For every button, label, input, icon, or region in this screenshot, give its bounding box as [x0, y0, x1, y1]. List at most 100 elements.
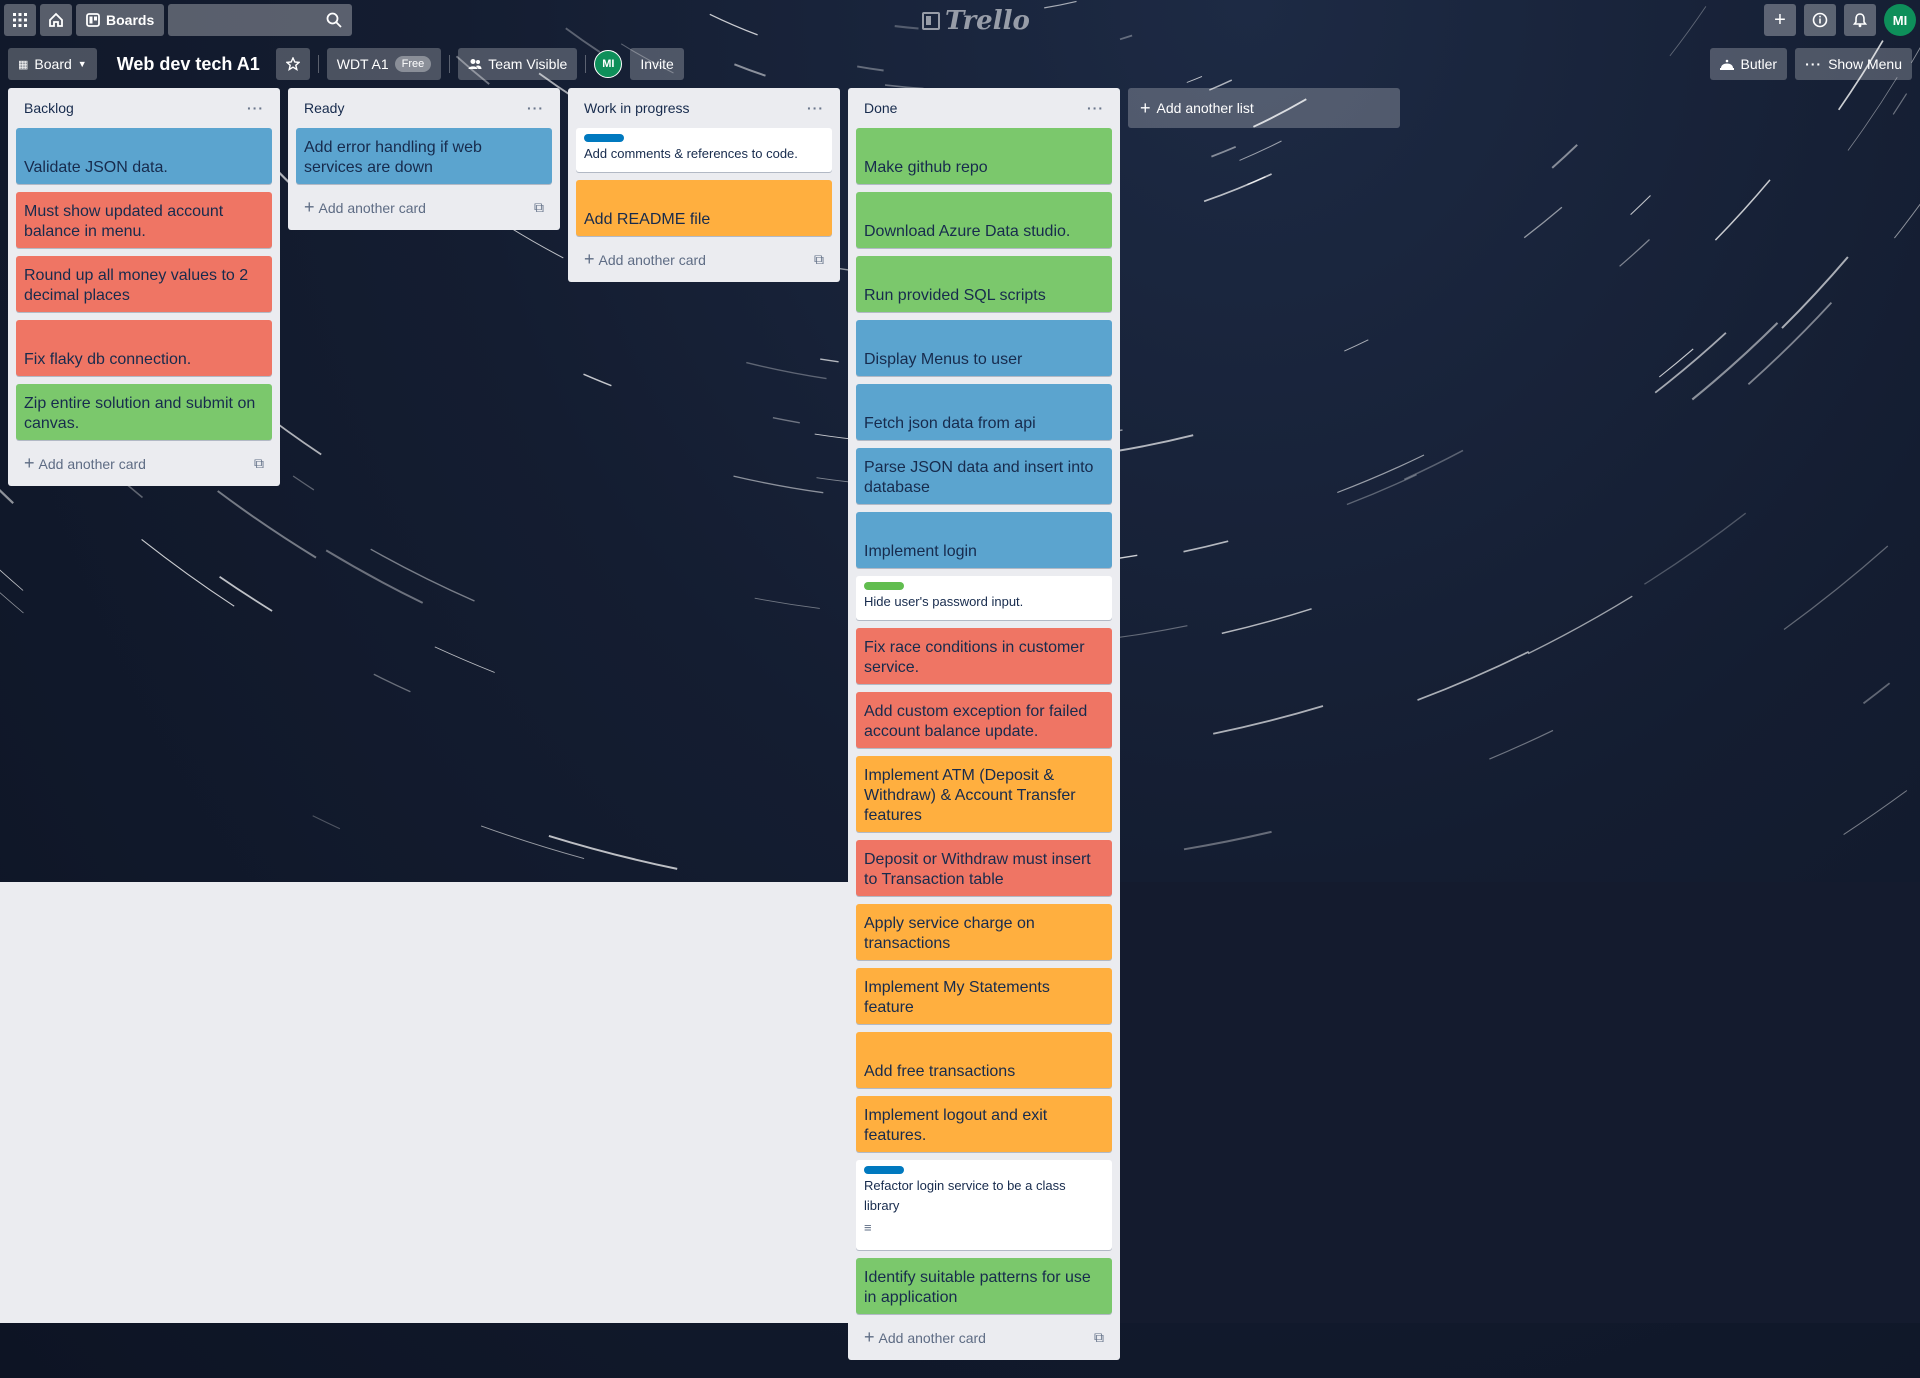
card[interactable]: Run provided SQL scripts [856, 256, 1112, 312]
butler-button[interactable]: Butler [1710, 48, 1788, 80]
add-card-button[interactable]: + Add another card ⧉ [16, 448, 272, 478]
home-button[interactable] [40, 4, 72, 36]
visibility-button[interactable]: Team Visible [458, 48, 578, 80]
list-title[interactable]: Ready [304, 100, 344, 116]
list-header: Work in progress ··· [576, 88, 832, 128]
card[interactable]: Fetch json data from api [856, 384, 1112, 440]
card[interactable]: Implement logout and exit features. [856, 1096, 1112, 1152]
plan-badge: Free [394, 56, 432, 72]
star-trail [1113, 434, 1194, 453]
card[interactable]: Add free transactions [856, 1032, 1112, 1088]
star-trail [434, 646, 495, 673]
list-menu-icon[interactable]: ··· [527, 100, 544, 116]
card-title: Add free transactions [864, 1063, 1016, 1080]
card[interactable]: Round up all money values to 2 decimal p… [16, 256, 272, 312]
board-title[interactable]: Web dev tech A1 [105, 54, 272, 75]
workspace-button[interactable]: WDT A1 Free [326, 48, 442, 80]
invite-button[interactable]: Invite [630, 48, 684, 80]
card-template-icon[interactable]: ⧉ [814, 251, 824, 268]
list-title[interactable]: Done [864, 100, 897, 116]
card[interactable]: Make github repo [856, 128, 1112, 184]
boards-label: Boards [106, 12, 155, 28]
team-icon [468, 59, 482, 69]
star-button[interactable] [275, 48, 310, 80]
list-title[interactable]: Work in progress [584, 100, 690, 116]
add-card-button[interactable]: + Add another card ⧉ [576, 244, 832, 274]
info-button[interactable] [1804, 4, 1836, 36]
card-title: Fetch json data from api [864, 415, 1036, 432]
star-trail [0, 592, 24, 614]
card[interactable]: Add comments & references to code. [576, 128, 832, 172]
card[interactable]: Deposit or Withdraw must insert to Trans… [856, 840, 1112, 896]
search-input[interactable] [168, 4, 353, 36]
card[interactable]: Zip entire solution and submit on canvas… [16, 384, 272, 440]
plus-icon: + [1774, 8, 1786, 31]
trello-logo-text: Trello [945, 6, 1030, 36]
list-menu-icon[interactable]: ··· [807, 100, 824, 116]
top-navigation: Boards Trello + MI [0, 0, 1920, 40]
star-trail [754, 597, 820, 609]
list-done: Done ··· Make github repo Download Azure… [848, 88, 1120, 1360]
star-trail [733, 475, 824, 494]
card-title: Fix race conditions in customer service. [864, 639, 1085, 676]
card-label [864, 1166, 904, 1174]
star-trail [370, 548, 475, 602]
card[interactable]: Fix flaky db connection. [16, 320, 272, 376]
star-trail [292, 475, 315, 491]
card-title: Add error handling if web services are d… [304, 139, 482, 176]
header-divider [449, 55, 451, 73]
show-menu-button[interactable]: ··· Show Menu [1795, 48, 1912, 80]
card[interactable]: Validate JSON data. [16, 128, 272, 184]
list-title[interactable]: Backlog [24, 100, 74, 116]
star-trail [1658, 348, 1694, 378]
star-trail [1221, 608, 1312, 635]
list-work-in-progress: Work in progress ··· Add comments & refe… [568, 88, 840, 282]
star-trail [1203, 173, 1272, 203]
card[interactable]: Fix race conditions in customer service. [856, 628, 1112, 684]
card[interactable]: Parse JSON data and insert into database [856, 448, 1112, 504]
star-trail [1527, 595, 1633, 655]
trello-logo[interactable]: Trello [922, 6, 1030, 36]
card-template-icon[interactable]: ⧉ [534, 199, 544, 216]
card-template-icon[interactable]: ⧉ [254, 455, 264, 472]
card[interactable]: Add custom exception for failed account … [856, 692, 1112, 748]
card-template-icon[interactable]: ⧉ [1094, 1329, 1104, 1346]
card-title: Run provided SQL scripts [864, 287, 1046, 304]
add-list-button[interactable]: + Add another list [1128, 88, 1400, 128]
card[interactable]: Add error handling if web services are d… [296, 128, 552, 184]
card[interactable]: Must show updated account balance in men… [16, 192, 272, 248]
star-trail [1892, 93, 1908, 115]
card[interactable]: Implement ATM (Deposit & Withdraw) & Acc… [856, 756, 1112, 832]
card[interactable]: Implement login [856, 512, 1112, 568]
member-avatar[interactable]: MI [594, 50, 623, 78]
add-card-button[interactable]: + Add another card ⧉ [856, 1322, 1112, 1352]
search-icon [326, 12, 342, 28]
list-ready: Ready ··· Add error handling if web serv… [288, 88, 560, 230]
card[interactable]: Add README file [576, 180, 832, 236]
apps-grid-button[interactable] [4, 4, 36, 36]
card-title: Must show updated account balance in men… [24, 203, 224, 240]
card-title: Add comments & references to code. [584, 146, 798, 161]
card[interactable]: Identify suitable patterns for use in ap… [856, 1258, 1112, 1314]
list-menu-icon[interactable]: ··· [247, 100, 264, 116]
create-button[interactable]: + [1764, 4, 1796, 36]
add-card-label: Add another card [598, 251, 706, 268]
info-icon [1812, 12, 1828, 28]
card[interactable]: Hide user's password input. [856, 576, 1112, 620]
star-trail [1894, 203, 1920, 239]
add-card-button[interactable]: + Add another card ⧉ [296, 192, 552, 222]
chevron-down-icon: ▼ [77, 59, 87, 69]
boards-button[interactable]: Boards [76, 4, 165, 36]
card[interactable]: Refactor login service to be a class lib… [856, 1160, 1112, 1250]
card[interactable]: Apply service charge on transactions [856, 904, 1112, 960]
card[interactable]: Download Azure Data studio. [856, 192, 1112, 248]
star-trail [1211, 145, 1237, 158]
card[interactable]: Display Menus to user [856, 320, 1112, 376]
user-avatar[interactable]: MI [1884, 4, 1916, 36]
notifications-button[interactable] [1844, 4, 1876, 36]
star-trail [1417, 650, 1530, 701]
list-menu-icon[interactable]: ··· [1087, 100, 1104, 116]
header-divider [585, 55, 587, 73]
board-menu-button[interactable]: ▦ Board ▼ [8, 48, 97, 80]
card[interactable]: Implement My Statements feature [856, 968, 1112, 1024]
